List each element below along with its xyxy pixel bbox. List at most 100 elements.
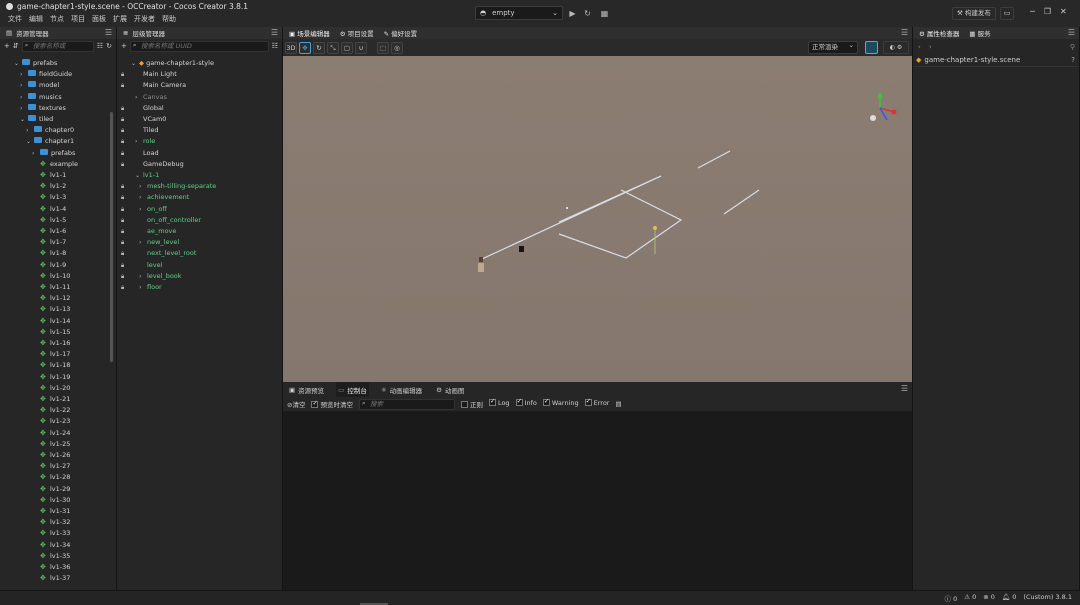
hierarchy-node[interactable]: 🔒︎ next_level_root xyxy=(121,248,196,259)
assets-scrollbar[interactable] xyxy=(110,112,113,362)
asset-folder-item[interactable]: ⌄ chapter1 xyxy=(26,136,74,147)
render-mode-select[interactable]: 正常渲染 xyxy=(808,40,858,54)
maximize-icon[interactable]: ❐ xyxy=(1044,7,1051,16)
menu-icon[interactable]: ☰ xyxy=(105,27,112,39)
hierarchy-node[interactable]: ⌄ ◆ game-chapter1-style xyxy=(121,58,214,69)
refresh-icon[interactable]: ↻ xyxy=(106,42,112,50)
asset-scene-item[interactable]: ✥ lv1-20 xyxy=(32,383,70,394)
hierarchy-node[interactable]: › Canvas xyxy=(121,92,167,103)
menu-item[interactable]: 帮助 xyxy=(162,14,176,24)
lock-icon[interactable]: 🔒︎ xyxy=(121,181,131,192)
lock-icon[interactable]: 🔒︎ xyxy=(121,103,131,114)
asset-scene-item[interactable]: ✥ lv1-25 xyxy=(32,439,70,450)
asset-scene-item[interactable]: ✥ lv1-7 xyxy=(32,237,66,248)
chevron-down-icon[interactable]: ⌄ xyxy=(26,136,34,147)
clear-button[interactable]: ⊘清空 xyxy=(287,399,305,409)
asset-scene-item[interactable]: ✥ lv1-9 xyxy=(32,260,66,271)
asset-scene-item[interactable]: ✥ lv1-11 xyxy=(32,282,70,293)
hierarchy-node[interactable]: 🔒︎ Main Light xyxy=(121,69,177,80)
chevron-down-icon[interactable]: ⌄ xyxy=(14,58,22,69)
error-counter[interactable]: ⊗ 0 xyxy=(983,593,995,603)
hierarchy-node[interactable]: 🔒︎ Tiled xyxy=(121,125,159,136)
chevron-down-icon[interactable]: ⌄ xyxy=(20,114,28,125)
asset-scene-item[interactable]: ✥ lv1-15 xyxy=(32,327,70,338)
sort-icon[interactable]: ⇵ xyxy=(13,42,19,50)
help-icon[interactable]: ? xyxy=(1071,56,1075,64)
tab-inspector[interactable]: ⚙ 属性检查器 xyxy=(919,28,959,38)
refresh-icon[interactable]: ↻ xyxy=(582,8,593,19)
search-options-icon[interactable]: ☷ xyxy=(97,42,103,50)
pin-icon[interactable]: ⚲ xyxy=(1070,43,1075,51)
hierarchy-node[interactable]: 🔒︎ GameDebug xyxy=(121,159,184,170)
lock-icon[interactable]: 🔒︎ xyxy=(121,114,131,125)
tab-project-settings[interactable]: ⚙ 项目设置 xyxy=(340,28,374,38)
hierarchy-node[interactable]: 🔒︎ › on_off xyxy=(121,204,167,215)
add-icon[interactable]: + xyxy=(121,42,127,50)
add-icon[interactable]: + xyxy=(4,42,10,50)
chevron-right-icon[interactable]: › xyxy=(20,92,28,103)
asset-scene-item[interactable]: ✥ lv1-3 xyxy=(32,192,66,203)
asset-scene-item[interactable]: ✥ lv1-4 xyxy=(32,204,66,215)
filter-toggle[interactable]: Warning xyxy=(542,397,579,409)
platform-select[interactable]: ◓ empty ⌄ xyxy=(475,6,563,20)
menu-icon[interactable]: ☰ xyxy=(271,27,278,39)
rotate-tool-icon[interactable]: ↻ xyxy=(313,41,325,54)
tab-services[interactable]: ▦ 服务 xyxy=(969,28,990,38)
lock-icon[interactable]: 🔒︎ xyxy=(121,204,131,215)
close-icon[interactable]: ✕ xyxy=(1060,7,1067,16)
lock-icon[interactable]: 🔒︎ xyxy=(121,125,131,136)
hierarchy-node[interactable]: 🔒︎ › achievement xyxy=(121,192,189,203)
asset-scene-item[interactable]: ✥ lv1-16 xyxy=(32,338,70,349)
lock-icon[interactable]: 🔒︎ xyxy=(121,237,131,248)
chevron-right-icon[interactable]: › xyxy=(139,204,147,215)
asset-scene-item[interactable]: ✥ lv1-18 xyxy=(32,360,70,371)
asset-folder-item[interactable]: › chapter0 xyxy=(26,125,74,136)
asset-folder-item[interactable]: › musics xyxy=(20,92,62,103)
chevron-right-icon[interactable]: › xyxy=(20,69,28,80)
asset-scene-item[interactable]: ✥ lv1-19 xyxy=(32,372,70,383)
menu-item[interactable]: 开发者 xyxy=(134,14,155,24)
asset-scene-item[interactable]: ✥ lv1-14 xyxy=(32,316,70,327)
lock-icon[interactable]: 🔒︎ xyxy=(121,69,131,80)
console-tab[interactable]: ⚙ 动画图 xyxy=(434,382,466,397)
move-tool-icon[interactable]: ✥ xyxy=(299,41,311,54)
pivot-icon[interactable]: ◎ xyxy=(391,41,403,54)
asset-scene-item[interactable]: ✥ lv1-10 xyxy=(32,271,70,282)
asset-scene-item[interactable]: ✥ lv1-8 xyxy=(32,248,66,259)
scale-tool-icon[interactable]: ⤡ xyxy=(327,41,339,54)
snap-icon[interactable]: ⬚ xyxy=(377,41,389,54)
export-icon[interactable]: ▤ xyxy=(615,400,621,408)
asset-scene-item[interactable]: ✥ lv1-37 xyxy=(32,573,70,584)
menu-item[interactable]: 文件 xyxy=(8,14,22,24)
qrcode-icon[interactable]: ▦ xyxy=(599,8,610,19)
filter-toggle[interactable]: 正则 xyxy=(460,399,483,409)
menu-item[interactable]: 面板 xyxy=(92,14,106,24)
asset-scene-item[interactable]: ✥ lv1-13 xyxy=(32,304,70,315)
asset-scene-item[interactable]: ✥ example xyxy=(32,159,78,170)
hierarchy-node[interactable]: 🔒︎ › mesh-tilling-separate xyxy=(121,181,216,192)
tab-scene-editor[interactable]: ▣ 场景编辑器 xyxy=(289,28,330,38)
lock-icon[interactable]: 🔒︎ xyxy=(121,136,131,147)
lock-icon[interactable]: 🔒︎ xyxy=(121,226,131,237)
asset-scene-item[interactable]: ✥ lv1-26 xyxy=(32,450,70,461)
play-icon[interactable]: ▶ xyxy=(567,8,578,19)
asset-scene-item[interactable]: ✥ lv1-6 xyxy=(32,226,66,237)
back-icon[interactable]: ‹ xyxy=(918,43,921,51)
chevron-right-icon[interactable]: › xyxy=(139,237,147,248)
hierarchy-node[interactable]: 🔒︎ Main Camera xyxy=(121,80,186,91)
hierarchy-node[interactable]: 🔒︎ › floor xyxy=(121,282,162,293)
asset-scene-item[interactable]: ✥ lv1-28 xyxy=(32,472,70,483)
build-button[interactable]: ⚒ 构建发布 xyxy=(952,7,996,20)
console-tab[interactable]: ▭ 控制台 xyxy=(336,382,369,397)
hierarchy-node[interactable]: 🔒︎ Load xyxy=(121,148,159,159)
menu-icon[interactable]: ☰ xyxy=(901,384,908,393)
chevron-right-icon[interactable]: › xyxy=(139,192,147,203)
asset-scene-item[interactable]: ✥ lv1-29 xyxy=(32,484,70,495)
lock-icon[interactable]: 🔒︎ xyxy=(121,282,131,293)
asset-folder-item[interactable]: ⌄ prefabs xyxy=(14,58,57,69)
hierarchy-tab[interactable]: ≣ 层级管理器 ☰ xyxy=(117,27,282,39)
open-folder-button[interactable]: ▭ xyxy=(1000,7,1014,20)
camera-settings-icon[interactable]: ◐ ⚙ xyxy=(883,41,909,54)
toggle-3d-button[interactable]: 3D xyxy=(285,41,297,54)
hierarchy-node[interactable]: 🔒︎ on_off_controller xyxy=(121,215,201,226)
